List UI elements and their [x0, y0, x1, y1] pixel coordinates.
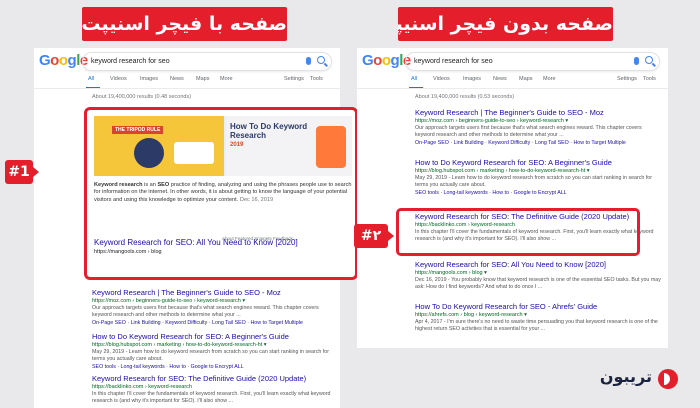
settings-link[interactable]: Settings	[284, 76, 304, 82]
google-logo[interactable]: Google	[362, 52, 411, 69]
badge-pointer	[388, 231, 394, 241]
result-snippet: Apr 4, 2017 - I'm sure there's no need t…	[415, 319, 658, 332]
tab-all[interactable]: All	[88, 76, 94, 82]
search-tabs: All Videos Images News Maps More Setting…	[407, 76, 664, 89]
search-result[interactable]: How To Do Keyword Research for SEO - Ahr…	[415, 302, 662, 333]
rank-badge-1: #1	[5, 160, 39, 184]
result-title[interactable]: Keyword Research | The Beginner's Guide …	[92, 288, 334, 297]
result-snippet: Our approach targets users first because…	[415, 125, 642, 138]
result-snippet: In this chapter I'll cover the fundament…	[92, 391, 331, 404]
tools-link[interactable]: Tools	[310, 76, 323, 82]
result-url[interactable]: https://moz.com › beginners-guide-to-seo…	[92, 298, 334, 304]
image-year: 2019	[230, 142, 244, 148]
result-url[interactable]: https://ahrefs.com › blog › keyword-rese…	[415, 312, 662, 318]
snippet-keyword: Keyword research	[94, 182, 143, 188]
result-title[interactable]: Keyword Research | The Beginner's Guide …	[415, 108, 662, 117]
result-url[interactable]: https://moz.com › beginners-guide-to-seo…	[415, 118, 662, 124]
rank-badge-2: #۲	[354, 224, 394, 248]
settings-link[interactable]: Settings	[617, 76, 637, 82]
microphone-icon[interactable]	[634, 57, 639, 65]
tab-all[interactable]: All	[411, 76, 417, 82]
result-title[interactable]: Keyword Research for SEO: The Definitive…	[92, 374, 334, 383]
snippet-date: Dec 16, 2019	[239, 196, 274, 203]
tab-more[interactable]: More	[220, 76, 233, 82]
tribune-brand: تریبون	[568, 367, 678, 391]
tab-news[interactable]: News	[493, 76, 507, 82]
result-url[interactable]: https://blog.hubspot.com › marketing › h…	[415, 168, 662, 174]
brand-name: تریبون	[599, 367, 652, 386]
search-result[interactable]: Keyword Research | The Beginner's Guide …	[92, 288, 334, 326]
search-result[interactable]: How to Do Keyword Research for SEO: A Be…	[415, 158, 662, 196]
result-title[interactable]: How To Do Keyword Research for SEO - Ahr…	[415, 302, 662, 311]
tab-maps[interactable]: Maps	[196, 76, 209, 82]
banner-without-snippet: صفحه بدون فیچر اسنیپت	[398, 7, 613, 41]
result-title[interactable]: Keyword Research for SEO: All You Need t…	[415, 260, 662, 269]
search-result[interactable]: Keyword Research | The Beginner's Guide …	[415, 108, 662, 146]
google-search-bar: Google keyword research for seo	[357, 48, 668, 74]
about-featured-snippets-link[interactable]: About Featured Snippets Feedback	[222, 236, 293, 241]
snippet-text: Keyword research is an SEO practice of f…	[94, 182, 352, 204]
result-sitelinks[interactable]: On-Page SEO · Link Building · Keyword Di…	[92, 320, 334, 326]
google-logo[interactable]: Google	[39, 52, 88, 69]
tab-news[interactable]: News	[170, 76, 184, 82]
result-url[interactable]: https://mangools.com › blog ▾	[415, 270, 662, 276]
google-search-bar: Google keyword research for seo	[34, 48, 340, 74]
search-result[interactable]: Keyword Research for SEO: The Definitive…	[92, 374, 334, 405]
tab-images[interactable]: Images	[140, 76, 158, 82]
featured-snippet[interactable]: THE TRIPOD RULE How To Do Keyword Resear…	[84, 107, 358, 280]
result-snippet: Dec 16, 2019 - You probably know that ke…	[415, 277, 661, 290]
snippet-text-part: is an	[142, 182, 158, 188]
rank-badge-label: #۲	[360, 228, 382, 244]
tab-more[interactable]: More	[543, 76, 556, 82]
divider	[357, 88, 668, 89]
search-tabs: All Videos Images News Maps More Setting…	[84, 76, 336, 89]
brand-logo-icon	[658, 369, 678, 389]
snippet-image[interactable]: THE TRIPOD RULE How To Do Keyword Resear…	[94, 116, 352, 176]
result-url[interactable]: https://blog.hubspot.com › marketing › h…	[92, 342, 334, 348]
serp-without-featured-snippet: Google keyword research for seo All Vide…	[357, 48, 668, 348]
result-sitelinks[interactable]: SEO tools · Long-tail keywords · How to …	[415, 190, 662, 196]
banner-with-snippet: صفحه با فیچر اسنیپت	[82, 7, 287, 41]
result-sitelinks[interactable]: On-Page SEO · Link Building · Keyword Di…	[415, 140, 662, 146]
result-stats: About 19,400,000 results (0.53 seconds)	[415, 94, 515, 100]
search-input[interactable]: keyword research for seo	[405, 52, 660, 71]
search-result[interactable]: How to Do Keyword Research for SEO: A Be…	[92, 332, 334, 370]
result-snippet: May 29, 2019 - Learn how to do keyword r…	[415, 175, 653, 188]
rank-badge-label: #1	[8, 164, 30, 180]
tab-maps[interactable]: Maps	[519, 76, 532, 82]
tab-videos[interactable]: Videos	[110, 76, 127, 82]
badge-pointer	[33, 167, 39, 177]
snippet-url[interactable]: https://mangools.com › blog	[94, 249, 162, 255]
tools-link[interactable]: Tools	[643, 76, 656, 82]
snippet-keyword: SEO	[157, 182, 170, 188]
divider	[34, 88, 340, 89]
chart-illustration	[174, 142, 214, 164]
result-sitelinks[interactable]: SEO tools · Long-tail keywords · How to …	[92, 364, 334, 370]
search-icon[interactable]	[645, 56, 653, 64]
microphone-icon[interactable]	[306, 57, 311, 65]
result-title[interactable]: How to Do Keyword Research for SEO: A Be…	[415, 158, 662, 167]
tab-images[interactable]: Images	[463, 76, 481, 82]
result-snippet: Our approach targets users first because…	[92, 305, 319, 318]
second-result-highlight	[396, 208, 640, 256]
tripod-illustration	[134, 138, 164, 168]
image-caption: THE TRIPOD RULE	[112, 126, 164, 134]
tab-videos[interactable]: Videos	[433, 76, 450, 82]
search-result[interactable]: Keyword Research for SEO: All You Need t…	[415, 260, 662, 291]
result-url[interactable]: https://backlinko.com › keyword-research	[92, 384, 334, 390]
image-headline: How To Do Keyword Research	[230, 122, 308, 140]
result-title[interactable]: How to Do Keyword Research for SEO: A Be…	[92, 332, 334, 341]
result-stats: About 19,400,000 results (0.48 seconds)	[92, 94, 192, 100]
result-snippet: May 29, 2019 - Learn how to do keyword r…	[92, 349, 330, 362]
search-input[interactable]: keyword research for seo	[82, 52, 332, 71]
search-icon[interactable]	[317, 56, 325, 64]
person-illustration	[316, 126, 346, 168]
